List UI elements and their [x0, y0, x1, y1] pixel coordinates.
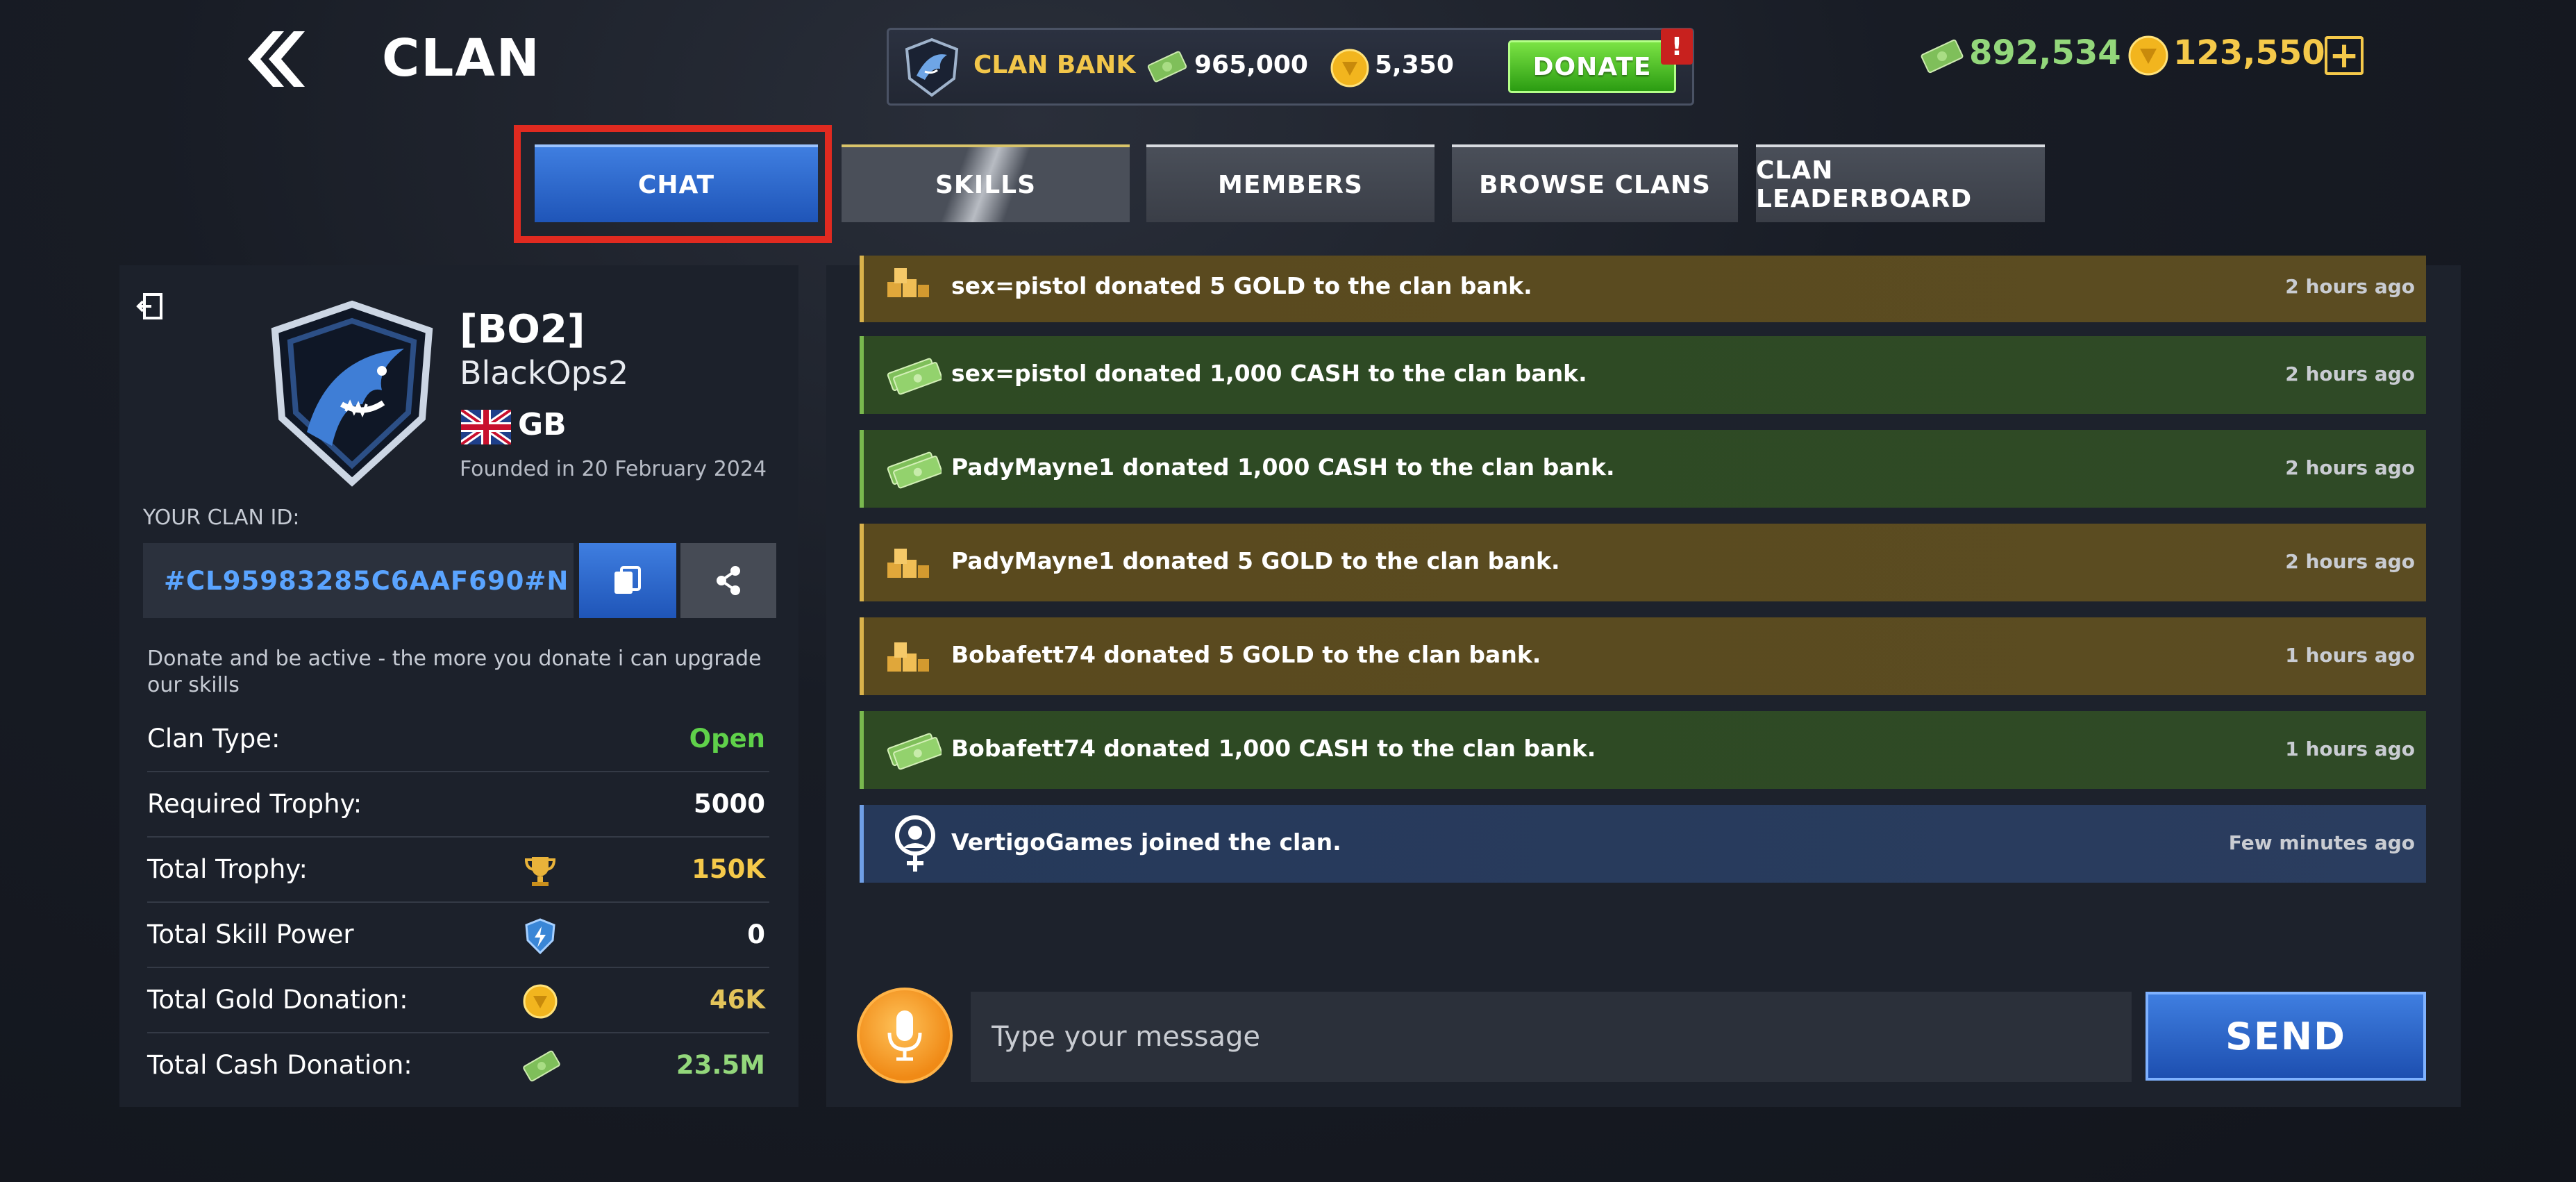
clan-bank-gold-value: 5,350: [1375, 51, 1454, 79]
chat-message-text: Bobafett74 donated 1,000 CASH to the cla…: [951, 735, 1596, 762]
stat-label: Total Gold Donation:: [147, 985, 408, 1015]
member-joined-icon: [895, 815, 935, 872]
chat-message-time: 1 hours ago: [2285, 644, 2415, 667]
chat-message-time: 1 hours ago: [2285, 738, 2415, 760]
clan-bank-bar: CLAN BANK 965,000 5,350 DONATE !: [887, 28, 1694, 106]
cash-stack-icon: [887, 451, 942, 489]
cash-icon: [523, 1050, 560, 1082]
gold-bars-icon: [887, 549, 929, 578]
stat-value: Open: [689, 724, 765, 754]
chat-message: sex=pistol donated 1,000 CASH to the cla…: [860, 336, 2426, 414]
chat-message-time: 2 hours ago: [2285, 275, 2415, 298]
page-title: CLAN: [382, 28, 541, 88]
chat-message-text: sex=pistol donated 5 GOLD to the clan ba…: [951, 272, 1532, 299]
stat-label: Total Cash Donation:: [147, 1050, 412, 1080]
clan-shark-logo-icon: [905, 38, 959, 97]
stat-value: 5000: [694, 789, 765, 819]
stat-value: 0: [747, 919, 765, 949]
send-button[interactable]: SEND: [2146, 992, 2426, 1081]
add-currency-button[interactable]: +: [2325, 36, 2364, 75]
chat-message-text: Bobafett74 donated 5 GOLD to the clan ba…: [951, 641, 1541, 668]
uk-flag-icon: [461, 410, 511, 444]
double-chevron-left-icon: [248, 31, 305, 87]
share-icon: [717, 566, 740, 595]
chat-message: VertigoGames joined the clan. Few minute…: [860, 805, 2426, 883]
leave-clan-icon[interactable]: [135, 290, 167, 322]
chat-message-text: PadyMayne1 donated 5 GOLD to the clan ba…: [951, 547, 1560, 574]
chat-message-text: PadyMayne1 donated 1,000 CASH to the cla…: [951, 453, 1615, 481]
clan-id-label: YOUR CLAN ID:: [143, 506, 300, 530]
clan-bank-label: CLAN BANK: [973, 51, 1136, 79]
gold-bars-icon: [887, 268, 929, 297]
clan-info-panel: [BO2] BlackOps2 GB Founded in 20 Februar…: [119, 265, 798, 1107]
stat-label: Clan Type:: [147, 724, 281, 754]
stat-row-total-cash-donation: Total Cash Donation: 23.5M: [147, 1033, 769, 1099]
chat-message: PadyMayne1 donated 5 GOLD to the clan ba…: [860, 524, 2426, 601]
back-button[interactable]: [229, 21, 319, 97]
wallet-cash-value: 892,534: [1969, 33, 2121, 72]
stat-value: 150K: [692, 854, 765, 884]
chat-panel: sex=pistol donated 5 GOLD to the clan ba…: [826, 256, 2461, 1107]
clan-shark-emblem-icon: [271, 300, 433, 487]
stat-row-total-gold-donation: Total Gold Donation: 46K: [147, 968, 769, 1033]
donate-alert-badge: !: [1661, 28, 1693, 65]
gold-bars-icon: [887, 642, 929, 672]
stat-value: 23.5M: [676, 1050, 765, 1080]
stat-label: Required Trophy:: [147, 789, 362, 819]
wallet-gold-value: 123,550: [2173, 33, 2325, 72]
copy-icon: [614, 566, 641, 594]
voice-message-button[interactable]: [857, 988, 953, 1083]
chat-message: sex=pistol donated 5 GOLD to the clan ba…: [860, 256, 2426, 322]
gold-coin-icon: [523, 984, 558, 1019]
stat-value: 46K: [709, 985, 765, 1015]
copy-clan-id-button[interactable]: [579, 543, 676, 618]
tab-skills[interactable]: SKILLS: [842, 144, 1130, 222]
stat-label: Total Trophy:: [147, 854, 308, 884]
stat-row-total-skill-power: Total Skill Power 0: [147, 903, 769, 968]
tab-browse-clans[interactable]: BROWSE CLANS: [1452, 144, 1738, 222]
clan-name: BlackOps2: [460, 354, 629, 392]
stat-row-total-trophy: Total Trophy: 150K: [147, 838, 769, 903]
clan-founded-date: Founded in 20 February 2024: [460, 457, 767, 481]
clan-id-field: #CL95983285C6AAF690#N: [143, 543, 574, 618]
stat-row-clan-type: Clan Type: Open: [147, 707, 769, 772]
clan-tag: [BO2]: [460, 307, 585, 352]
share-clan-button[interactable]: [680, 543, 776, 618]
chat-message-text: VertigoGames joined the clan.: [951, 829, 1341, 856]
cash-stack-icon: [887, 733, 942, 770]
chat-message-time: 2 hours ago: [2285, 550, 2415, 573]
cash-icon: [1147, 51, 1187, 83]
chat-message: PadyMayne1 donated 1,000 CASH to the cla…: [860, 430, 2426, 508]
cash-icon: [1921, 39, 1964, 74]
clan-country: GB: [518, 407, 567, 442]
microphone-icon: [887, 1010, 922, 1061]
chat-message-input[interactable]: [971, 992, 2132, 1082]
chat-message: Bobafett74 donated 1,000 CASH to the cla…: [860, 711, 2426, 789]
skill-power-icon: [525, 918, 555, 954]
tab-clan-leaderboard[interactable]: CLAN LEADERBOARD: [1756, 144, 2045, 222]
donate-button[interactable]: DONATE: [1508, 40, 1676, 93]
chat-message-time: 2 hours ago: [2285, 456, 2415, 479]
chat-message-time: Few minutes ago: [2228, 831, 2415, 854]
cash-stack-icon: [887, 358, 942, 395]
chat-message: Bobafett74 donated 5 GOLD to the clan ba…: [860, 617, 2426, 695]
chat-message-text: sex=pistol donated 1,000 CASH to the cla…: [951, 360, 1587, 387]
stat-row-required-trophy: Required Trophy: 5000: [147, 772, 769, 838]
gold-coin-icon: [1330, 49, 1369, 88]
gold-coin-icon: [2128, 35, 2168, 76]
tab-members[interactable]: MEMBERS: [1146, 144, 1435, 222]
stat-label: Total Skill Power: [147, 919, 354, 949]
clan-bank-cash-value: 965,000: [1194, 51, 1308, 79]
clan-description: Donate and be active - the more you dona…: [147, 647, 762, 697]
tab-chat[interactable]: CHAT: [535, 144, 818, 222]
chat-message-time: 2 hours ago: [2285, 363, 2415, 385]
trophy-icon: [524, 857, 556, 886]
